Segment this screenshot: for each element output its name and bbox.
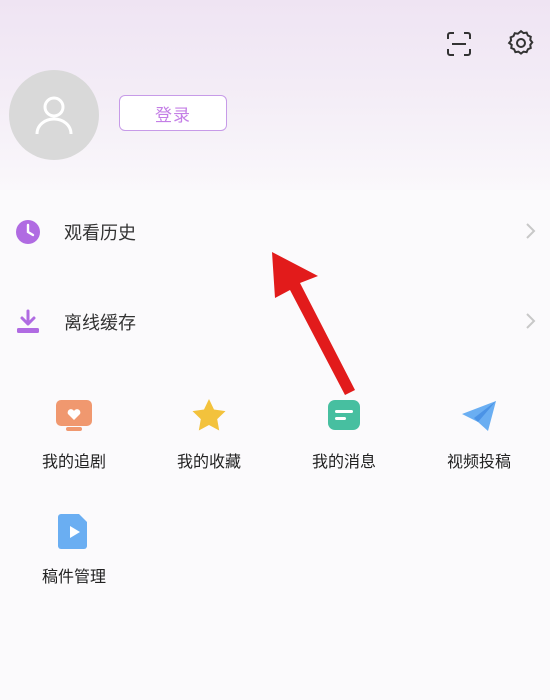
grid-item-my-series[interactable]: 我的追剧 bbox=[14, 396, 134, 486]
star-icon bbox=[192, 399, 226, 431]
grid-item-label: 我的消息 bbox=[311, 452, 376, 471]
avatar[interactable] bbox=[9, 70, 99, 160]
grid-item-manuscript-manage[interactable]: 稿件管理 bbox=[14, 511, 134, 601]
tv-icon bbox=[56, 400, 92, 431]
menu-item-watch-history[interactable]: 观看历史 bbox=[0, 205, 550, 257]
grid-item-label: 视频投稿 bbox=[446, 452, 511, 471]
chevron-right-icon bbox=[526, 223, 536, 239]
menu-item-label: 离线缓存 bbox=[64, 313, 136, 334]
clock-icon bbox=[16, 220, 40, 244]
gear-icon[interactable] bbox=[504, 26, 538, 60]
scan-icon[interactable] bbox=[442, 27, 476, 61]
grid-item-label: 我的追剧 bbox=[41, 452, 106, 471]
menu-item-offline-cache[interactable]: 离线缓存 bbox=[0, 295, 550, 347]
grid-item-favorites[interactable]: 我的收藏 bbox=[149, 396, 269, 486]
chevron-right-icon bbox=[526, 313, 536, 329]
grid-item-label: 我的收藏 bbox=[176, 452, 241, 471]
grid-item-video-submit[interactable]: 视频投稿 bbox=[419, 396, 539, 486]
grid-item-label: 稿件管理 bbox=[41, 567, 106, 586]
download-icon bbox=[17, 309, 39, 333]
grid-item-messages[interactable]: 我的消息 bbox=[284, 396, 404, 486]
paper-plane-icon bbox=[462, 401, 496, 431]
video-file-icon bbox=[58, 514, 87, 549]
message-icon bbox=[328, 400, 360, 430]
user-icon bbox=[35, 96, 73, 135]
menu-item-label: 观看历史 bbox=[64, 223, 136, 244]
login-button[interactable]: 登录 bbox=[119, 95, 227, 131]
